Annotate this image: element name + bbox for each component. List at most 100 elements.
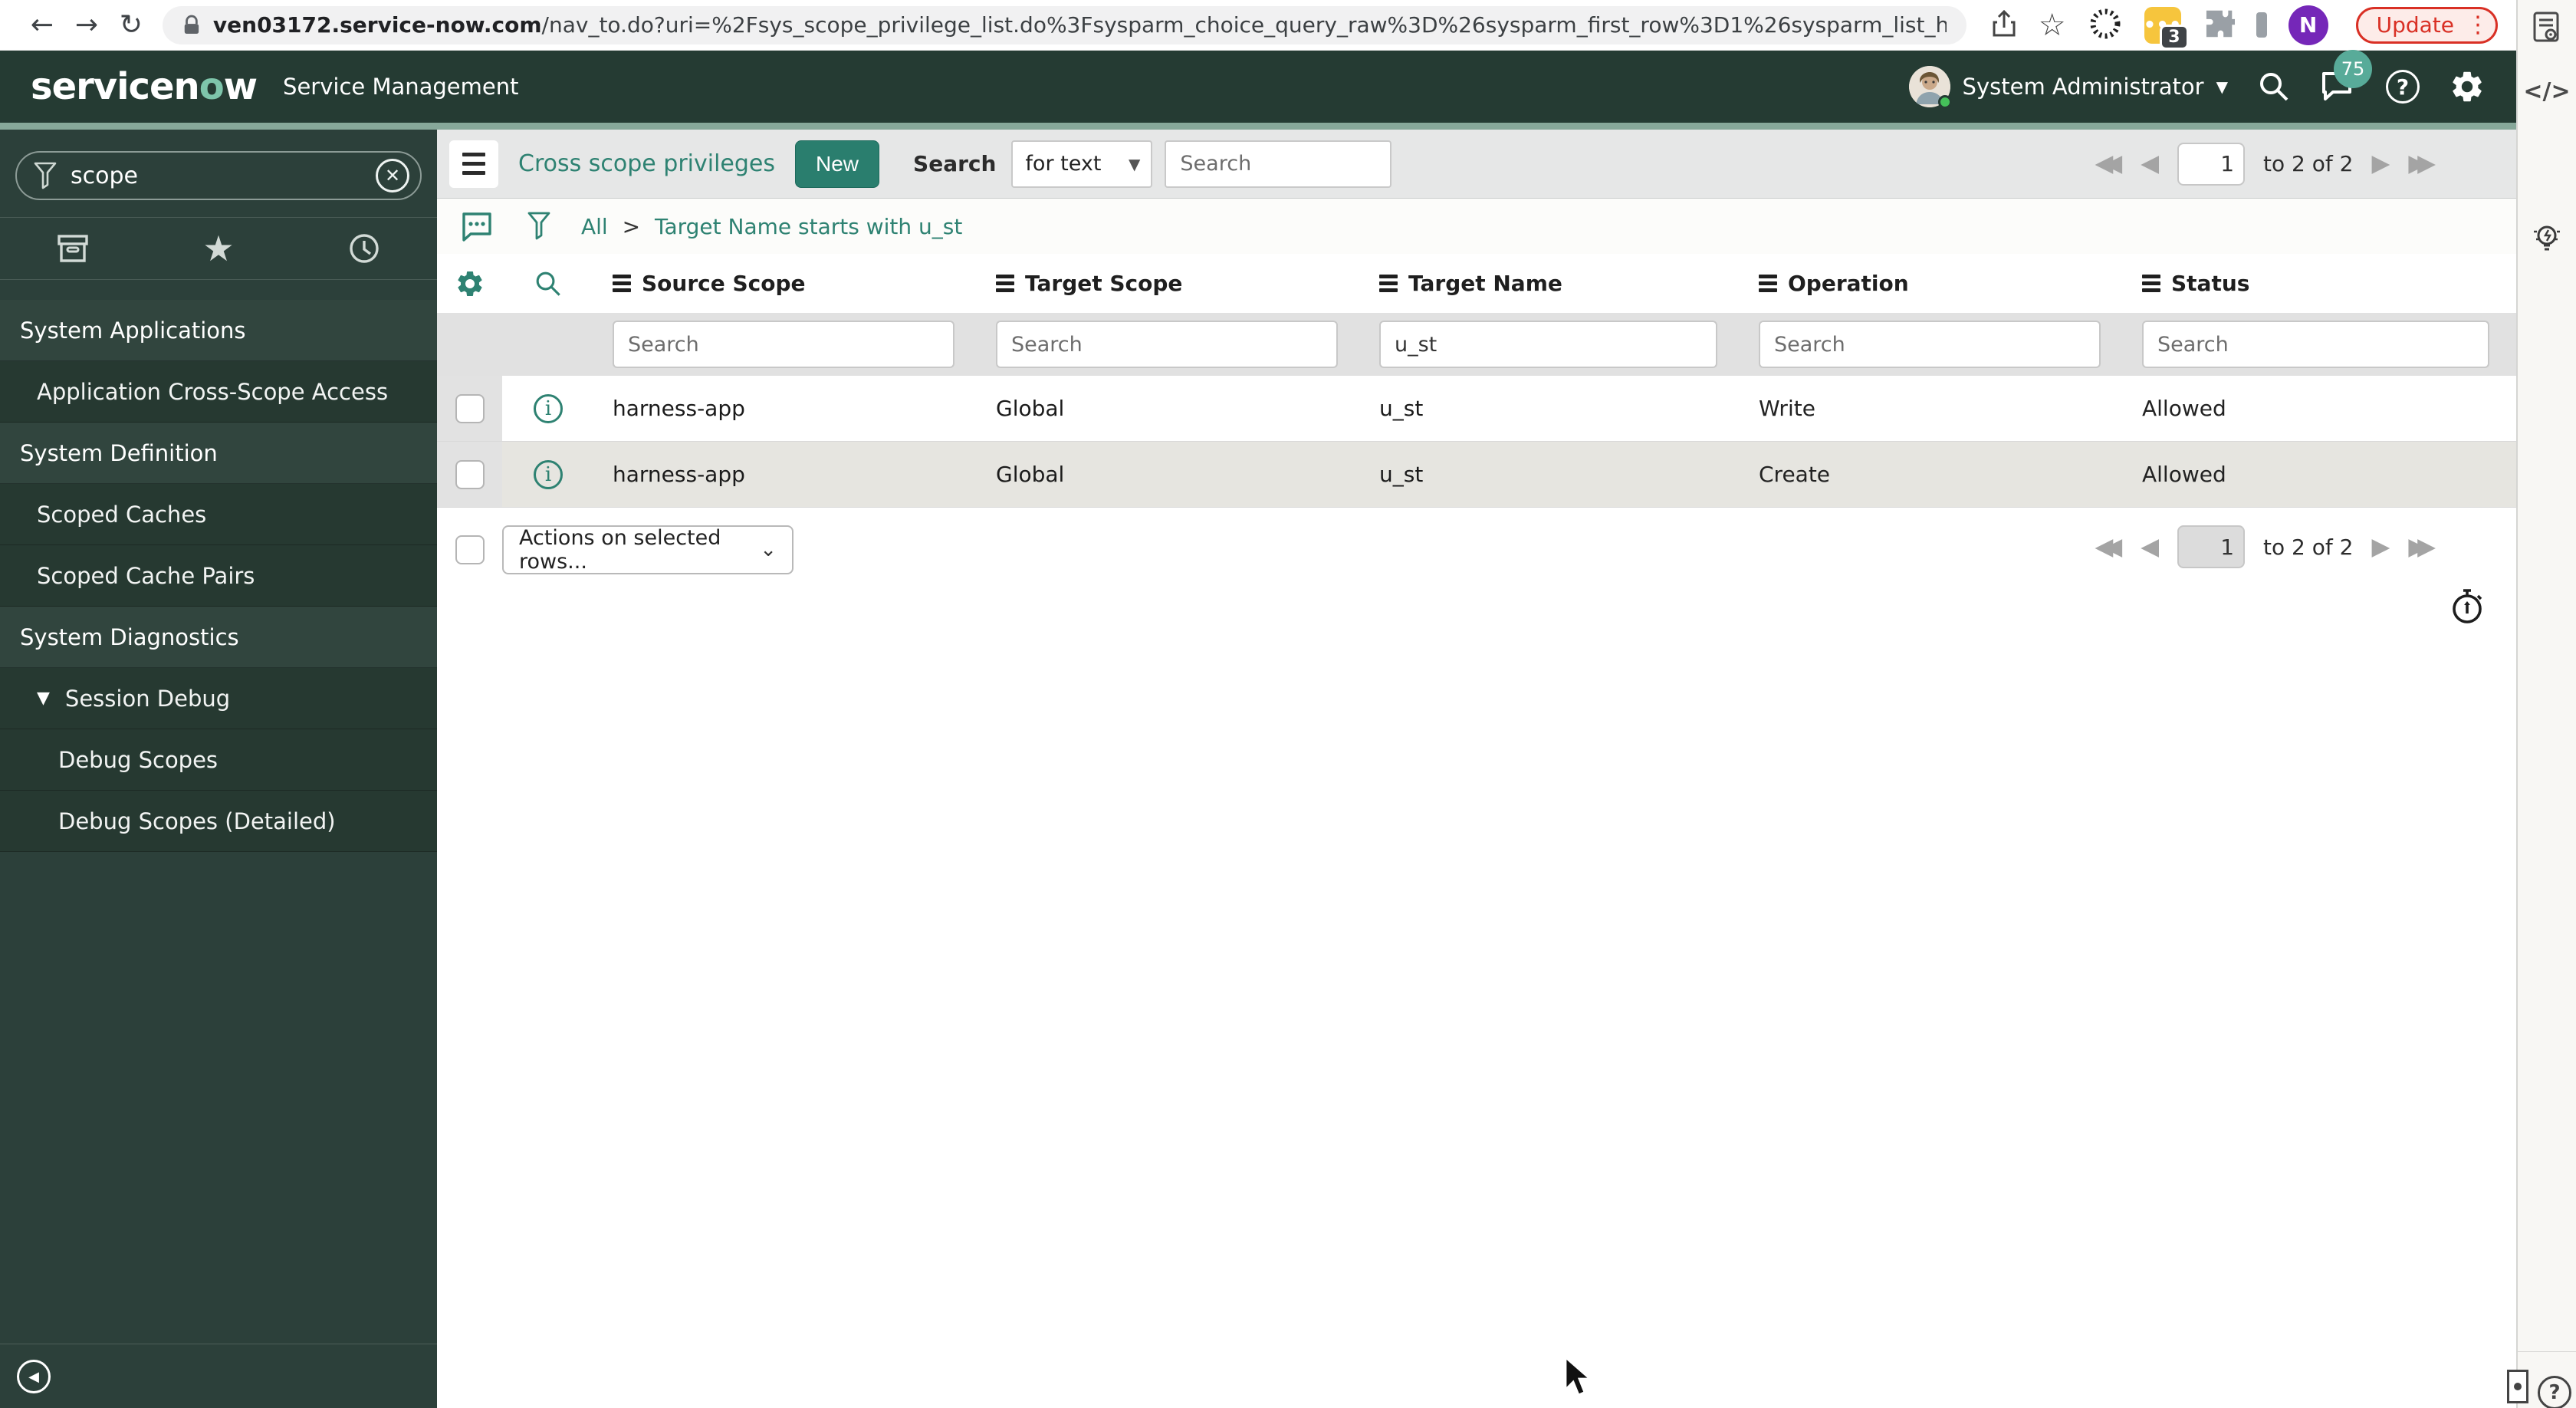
target-scope-link[interactable]: Global (996, 462, 1064, 487)
prev-page-icon[interactable]: ◀ (2141, 535, 2159, 559)
target-name-link[interactable]: u_st (1379, 396, 1423, 421)
sidebar-item-debug-scopes-detailed[interactable]: Debug Scopes (Detailed) (0, 791, 437, 852)
panel-help-icon[interactable]: ? (2538, 1376, 2571, 1408)
sidebar-item-system-definition[interactable]: System Definition (0, 423, 437, 484)
user-menu[interactable]: System Administrator ▼ (1908, 66, 2228, 109)
row-info-icon[interactable]: i (534, 393, 563, 423)
clear-filter-icon[interactable]: ✕ (376, 159, 409, 192)
idea-lightbulb-icon[interactable] (2529, 221, 2564, 259)
navigator-filter-box[interactable]: ✕ (15, 151, 422, 200)
list-chat-icon[interactable] (460, 209, 494, 243)
target-name-link[interactable]: u_st (1379, 462, 1423, 487)
expander-triangle-icon[interactable]: ▼ (37, 689, 50, 708)
select-caret-icon: ▼ (1129, 154, 1141, 173)
filter-target-scope[interactable] (996, 321, 1338, 368)
column-menu-icon[interactable] (996, 275, 1014, 292)
search-type-select[interactable]: for text ▼ (1011, 140, 1153, 188)
new-button[interactable]: New (795, 140, 880, 188)
first-page-icon[interactable]: ◀◀ (2095, 152, 2123, 176)
column-header-source-scope[interactable]: Source Scope (594, 271, 978, 296)
column-menu-icon[interactable] (1379, 275, 1398, 292)
next-page-icon[interactable]: ▶ (2371, 535, 2390, 559)
url-text: ven03172.service-now.com/nav_to.do?uri=%… (212, 12, 1947, 38)
last-page-icon[interactable]: ▶▶ (2408, 535, 2436, 559)
side-panel-icon[interactable] (2256, 12, 2267, 38)
conversations-icon[interactable]: 75 (2320, 50, 2372, 104)
address-bar[interactable]: ven03172.service-now.com/nav_to.do?uri=%… (163, 5, 1967, 44)
list-personalize-gear-icon[interactable] (437, 268, 502, 299)
row-checkbox[interactable] (455, 393, 485, 423)
actions-dropdown[interactable]: Actions on selected rows... ⌄ (502, 525, 794, 574)
extensions-puzzle-icon[interactable] (2203, 8, 2239, 43)
column-header-status[interactable]: Status (2124, 271, 2512, 296)
sidebar-item-session-debug[interactable]: ▼ Session Debug (0, 668, 437, 729)
source-scope-link[interactable]: harness-app (613, 396, 745, 421)
servicenow-logo: servicenow (31, 65, 258, 108)
filter-funnel-icon (34, 162, 57, 189)
next-page-icon[interactable]: ▶ (2371, 152, 2390, 176)
filter-status[interactable] (2142, 321, 2489, 368)
column-header-target-name[interactable]: Target Name (1361, 271, 1740, 296)
row-checkbox[interactable] (455, 459, 485, 489)
presence-dot (1937, 95, 1952, 109)
filter-source-scope[interactable] (613, 321, 955, 368)
tab-favorites[interactable]: ★ (146, 228, 291, 269)
breadcrumb-filter-link[interactable]: Target Name starts with u_st (655, 214, 962, 239)
source-scope-link[interactable]: harness-app (613, 462, 745, 487)
sidebar-footer: ◀ (0, 1344, 437, 1408)
sidebar-item-debug-scopes[interactable]: Debug Scopes (0, 729, 437, 791)
table-header-row: Source Scope Target Scope Target Name Op… (437, 254, 2516, 313)
help-icon[interactable]: ? (2386, 70, 2420, 104)
row-info-icon[interactable]: i (534, 459, 563, 489)
tab-history[interactable] (291, 232, 437, 265)
list-content-frame: Cross scope privileges New Search for te… (437, 130, 2516, 1408)
page-number-input[interactable] (2177, 142, 2246, 186)
response-time-icon[interactable] (2449, 586, 2486, 629)
filter-operation[interactable] (1759, 321, 2101, 368)
page-number-input[interactable] (2177, 525, 2246, 568)
bookmark-star-icon[interactable]: ☆ (2039, 8, 2066, 43)
browser-menu-icon[interactable]: ⋮ (2466, 12, 2489, 38)
breadcrumb-funnel-icon[interactable] (527, 212, 550, 241)
browser-profile-avatar[interactable]: N (2288, 5, 2328, 45)
sidebar-item-scoped-cache-pairs[interactable]: Scoped Cache Pairs (0, 545, 437, 607)
share-icon[interactable] (1991, 9, 2017, 41)
panel-handle-icon[interactable] (2507, 1370, 2528, 1403)
list-search-input[interactable] (1165, 140, 1392, 188)
browser-forward-icon[interactable]: → (64, 9, 109, 41)
first-page-icon[interactable]: ◀◀ (2095, 535, 2123, 559)
filter-target-name[interactable] (1379, 321, 1717, 368)
column-menu-icon[interactable] (1759, 275, 1777, 292)
list-context-menu-icon[interactable] (449, 140, 498, 188)
sidebar-item-system-applications[interactable]: System Applications (0, 300, 437, 361)
status-value: Allowed (2142, 462, 2226, 487)
code-panel-icon[interactable]: </> (2523, 78, 2570, 105)
global-search-icon[interactable] (2257, 70, 2291, 104)
select-all-checkbox[interactable] (455, 535, 485, 564)
settings-gear-icon[interactable] (2449, 68, 2486, 105)
column-header-operation[interactable]: Operation (1740, 271, 2124, 296)
column-header-target-scope[interactable]: Target Scope (978, 271, 1361, 296)
reading-list-icon[interactable] (2532, 11, 2561, 48)
last-page-icon[interactable]: ▶▶ (2408, 152, 2436, 176)
sidebar-item-scoped-caches[interactable]: Scoped Caches (0, 484, 437, 545)
prev-page-icon[interactable]: ◀ (2141, 152, 2159, 176)
column-menu-icon[interactable] (2142, 275, 2160, 292)
tab-all-applications[interactable] (0, 234, 146, 263)
collapse-sidebar-icon[interactable]: ◀ (17, 1360, 51, 1393)
password-extension-icon[interactable]: •••3 (2144, 6, 2189, 50)
loading-extension-icon[interactable] (2088, 6, 2123, 44)
sidebar-item-system-diagnostics[interactable]: System Diagnostics (0, 607, 437, 668)
column-search-toggle-icon[interactable] (502, 269, 594, 298)
breadcrumb-all-link[interactable]: All (581, 214, 608, 239)
list-title-link[interactable]: Cross scope privileges (518, 150, 775, 177)
browser-reload-icon[interactable]: ↻ (109, 9, 153, 41)
browser-back-icon[interactable]: ← (20, 9, 64, 41)
browser-update-button[interactable]: Update ⋮ (2355, 6, 2498, 44)
breadcrumb-row: All > Target Name starts with u_st (437, 199, 2516, 254)
sidebar-item-application-cross-scope-access[interactable]: Application Cross-Scope Access (0, 361, 437, 423)
header-accent-strip (0, 123, 2516, 130)
navigator-filter-input[interactable] (71, 162, 376, 189)
target-scope-link[interactable]: Global (996, 396, 1064, 421)
column-menu-icon[interactable] (613, 275, 631, 292)
